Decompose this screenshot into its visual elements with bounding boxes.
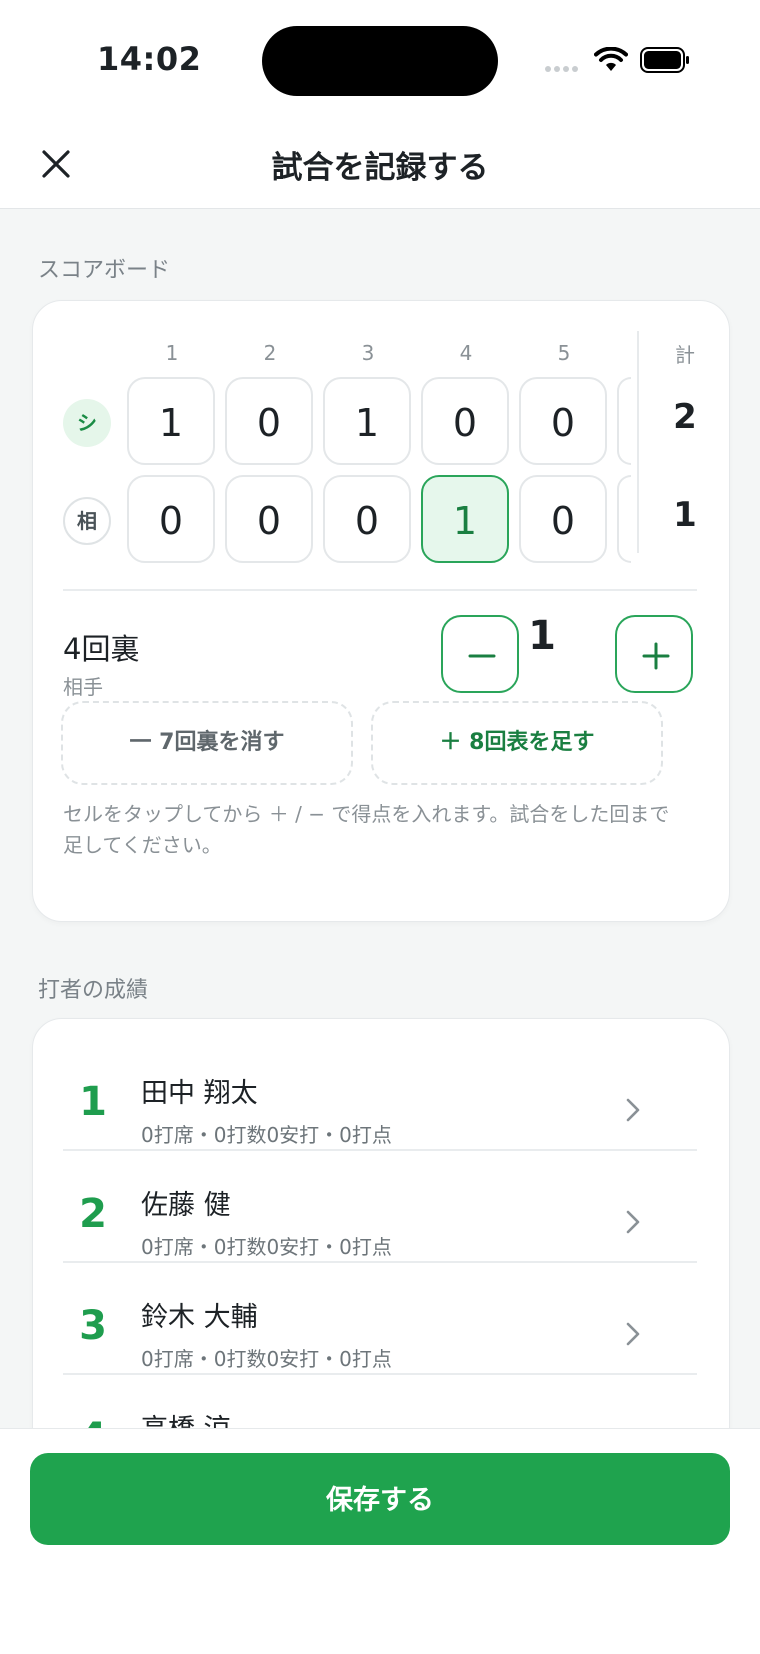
batters-section-title: 打者の成績: [38, 978, 149, 1003]
away-team-badge: 相: [63, 497, 111, 545]
score-cell-away-3[interactable]: 0: [323, 475, 411, 563]
batting-order: 1: [79, 1079, 107, 1125]
row-divider: [63, 1149, 697, 1151]
score-cell-away-2[interactable]: 0: [225, 475, 313, 563]
selected-team: 相手: [63, 675, 103, 699]
page-title: 試合を記録する: [271, 150, 489, 186]
chevron-right-icon: [626, 1210, 640, 1234]
total-header: 計: [675, 343, 695, 367]
batting-order: 3: [79, 1303, 107, 1349]
score-cell-away-5[interactable]: 0: [519, 475, 607, 563]
inning-header-5: 5: [557, 341, 571, 365]
remove-inning-button[interactable]: 一 7回裏を消す: [61, 701, 353, 785]
add-inning-button[interactable]: ＋ 8回表を足す: [371, 701, 663, 785]
batter-stats: 0打席・0打数0安打・0打点: [141, 1347, 392, 1371]
wifi-icon: [594, 47, 628, 71]
cellular-signal-icon: [545, 66, 581, 85]
battery-icon: [640, 47, 689, 73]
batter-stats: 0打席・0打数0安打・0打点: [141, 1235, 392, 1259]
score-cell-home-4[interactable]: 0: [421, 377, 509, 465]
away-total: 1: [673, 495, 697, 535]
save-button[interactable]: 保存する: [30, 1453, 730, 1545]
home-total: 2: [673, 397, 697, 437]
score-cell-away-6-partial[interactable]: [617, 475, 631, 563]
batting-order: 2: [79, 1191, 107, 1237]
run-count: 1: [528, 613, 556, 659]
home-team-badge: シ: [63, 399, 111, 447]
plus-icon: [642, 642, 670, 670]
chevron-right-icon: [626, 1322, 640, 1346]
status-bar: 14:02: [0, 0, 760, 118]
scoreboard-divider: [63, 589, 697, 591]
score-cell-home-1[interactable]: 1: [127, 377, 215, 465]
score-cell-home-2[interactable]: 0: [225, 377, 313, 465]
status-time: 14:02: [97, 40, 202, 78]
inning-header-3: 3: [361, 341, 375, 365]
scoreboard-section-title: スコアボード: [38, 258, 171, 283]
row-divider: [63, 1373, 697, 1375]
nav-bar: 試合を記録する: [0, 118, 760, 209]
score-cell-home-5[interactable]: 0: [519, 377, 607, 465]
inning-header-2: 2: [263, 341, 277, 365]
batter-stats: 0打席・0打数0安打・0打点: [141, 1123, 392, 1147]
inning-header-4: 4: [459, 341, 473, 365]
minus-icon: [468, 654, 496, 658]
scoreboard-card: 1 2 3 4 5 計 シ 1 0 1 0 0 2 相 0 0 0 1 0 1 …: [32, 300, 730, 922]
batter-name: 鈴木 大輔: [141, 1302, 258, 1333]
score-cell-away-4-selected[interactable]: 1: [421, 475, 509, 563]
batter-row[interactable]: 2 佐藤 健 0打席・0打数0安打・0打点: [33, 1153, 729, 1263]
batter-name: 佐藤 健: [141, 1190, 231, 1221]
score-cell-home-3[interactable]: 1: [323, 377, 411, 465]
total-divider: [637, 331, 639, 553]
score-cell-away-1[interactable]: 0: [127, 475, 215, 563]
footer: 保存する: [0, 1428, 760, 1654]
increment-button[interactable]: [615, 615, 693, 693]
score-cell-home-6-partial[interactable]: [617, 377, 631, 465]
batter-row[interactable]: 3 鈴木 大輔 0打席・0打数0安打・0打点: [33, 1265, 729, 1375]
batter-row[interactable]: 1 田中 翔太 0打席・0打数0安打・0打点: [33, 1041, 729, 1151]
selected-half-inning: 4回裏: [63, 632, 140, 666]
dynamic-island: [262, 26, 498, 96]
row-divider: [63, 1261, 697, 1263]
inning-header-1: 1: [165, 341, 179, 365]
scoreboard-hint: セルをタップしてから ＋ / − で得点を入れます。試合をした回まで足してくださ…: [63, 802, 670, 857]
chevron-right-icon: [626, 1098, 640, 1122]
decrement-button[interactable]: [441, 615, 519, 693]
batter-name: 田中 翔太: [141, 1078, 258, 1109]
